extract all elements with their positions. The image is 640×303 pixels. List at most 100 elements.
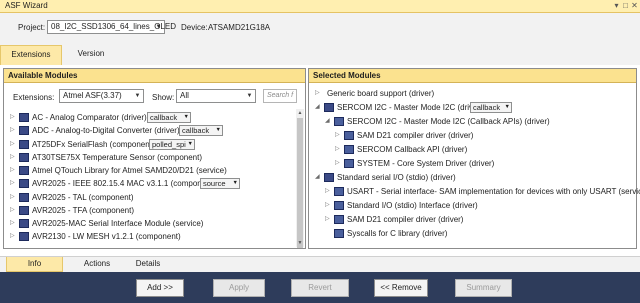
list-item-label: SAM D21 compiler driver (driver) (347, 215, 464, 224)
module-icon (19, 232, 29, 241)
option-select[interactable]: callback ▼ (179, 125, 223, 136)
summary-button[interactable]: Summary (455, 279, 512, 297)
top-tabs: Extensions Version (0, 41, 640, 65)
module-icon (334, 117, 344, 126)
list-item-label: AC - Analog Comparator (driver) (32, 113, 147, 122)
show-label: Show: (152, 93, 175, 102)
expand-icon[interactable]: ▷ (10, 152, 17, 163)
search-input[interactable]: Search f (263, 89, 297, 103)
collapse-icon[interactable]: ◢ (325, 116, 332, 127)
option-select[interactable]: polled_spi ▼ (149, 139, 195, 150)
module-icon (324, 173, 334, 182)
project-select[interactable]: 08_I2C_SSD1306_64_lines_OLED ▼ (47, 20, 176, 34)
expand-icon[interactable]: ▷ (335, 130, 342, 141)
tab-version[interactable]: Version (64, 45, 118, 65)
list-item-label: Generic board support (driver) (327, 89, 435, 98)
expand-icon[interactable]: ▷ (335, 158, 342, 169)
list-item-label: AVR2025 - TFA (component) (32, 206, 134, 215)
extensions-select-value: Atmel ASF(3.37) (63, 91, 122, 100)
bottom-tabs: Info Actions Details (0, 256, 640, 272)
selected-modules-header: Selected Modules (309, 69, 636, 83)
maximize-icon[interactable]: □ (621, 0, 630, 12)
expand-icon[interactable]: ▷ (325, 200, 332, 211)
show-select[interactable]: All ▼ (176, 89, 256, 103)
list-item-label: USART - Serial interface- SAM implementa… (347, 187, 640, 196)
expand-icon[interactable]: ▷ (10, 112, 17, 123)
vertical-scrollbar[interactable]: ▲ ▼ (296, 109, 304, 248)
tab-actions[interactable]: Actions (70, 257, 124, 272)
revert-button[interactable]: Revert (291, 279, 349, 297)
list-item-label: ADC - Analog-to-Digital Converter (drive… (32, 126, 180, 135)
footer-bar: Add >> Apply Revert << Remove Summary (0, 272, 640, 303)
chevron-down-icon: ▼ (232, 180, 238, 186)
collapse-icon[interactable]: ◢ (315, 102, 322, 113)
module-icon (19, 113, 29, 122)
pin-icon[interactable]: ▾ (612, 0, 621, 12)
tab-details[interactable]: Details (126, 257, 170, 272)
option-value: callback (150, 113, 178, 122)
scroll-down-icon[interactable]: ▼ (296, 239, 304, 247)
tab-info[interactable]: Info (6, 257, 63, 272)
remove-button[interactable]: << Remove (374, 279, 428, 297)
list-item-label: Syscalls for C library (driver) (347, 229, 448, 238)
collapse-icon[interactable]: ◢ (315, 172, 322, 183)
chevron-down-icon: ▼ (187, 141, 193, 147)
option-value: callback (182, 126, 210, 135)
chevron-down-icon: ▼ (246, 93, 253, 99)
project-bar: Project: 08_I2C_SSD1306_64_lines_OLED ▼ … (0, 13, 640, 41)
module-icon (344, 159, 354, 168)
module-icon (19, 206, 29, 215)
apply-button[interactable]: Apply (213, 279, 265, 297)
tab-details-label: Details (135, 259, 161, 268)
module-icon (324, 103, 334, 112)
add-button[interactable]: Add >> (136, 279, 184, 297)
expand-icon[interactable]: ▷ (10, 125, 17, 136)
expand-icon[interactable]: ▷ (315, 88, 322, 99)
expand-icon[interactable]: ▷ (10, 192, 17, 203)
module-icon (344, 145, 354, 154)
window-title: ASF Wizard (5, 1, 48, 10)
project-label: Project: (18, 23, 46, 32)
expand-icon[interactable]: ▷ (10, 231, 17, 242)
expand-icon[interactable]: ▷ (10, 165, 17, 176)
extensions-label: Extensions: (13, 93, 55, 102)
list-item-label: AVR2025-MAC Serial Interface Module (ser… (32, 219, 204, 228)
list-item-label: AVR2025 - IEEE 802.15.4 MAC v3.1.1 (comp… (32, 179, 216, 188)
option-select[interactable]: callback ▼ (470, 102, 512, 113)
scrollbar-thumb[interactable] (297, 118, 303, 248)
list-item-label: AVR2025 - TAL (component) (32, 193, 134, 202)
expand-icon[interactable]: ▷ (325, 214, 332, 225)
list-item-label: AT30TSE75X Temperature Sensor (component… (32, 153, 203, 162)
list-item-label: SERCOM I2C - Master Mode I2C (driver) (337, 103, 483, 112)
tab-version-label: Version (77, 49, 105, 58)
expand-icon[interactable]: ▷ (10, 178, 17, 189)
option-value: polled_spi (152, 140, 186, 149)
device-label: Device: (181, 23, 208, 32)
option-select[interactable]: source ▼ (200, 178, 240, 189)
expand-icon[interactable]: ▷ (10, 205, 17, 216)
device-value: ATSAMD21G18A (208, 23, 271, 32)
module-icon (19, 166, 29, 175)
expand-icon[interactable]: ▷ (335, 144, 342, 155)
expand-icon[interactable]: ▷ (10, 218, 17, 229)
list-item-label: Standard serial I/O (stdio) (driver) (337, 173, 456, 182)
option-select[interactable]: callback ▼ (147, 112, 191, 123)
chevron-down-icon: ▼ (215, 127, 221, 133)
expand-icon[interactable]: ▷ (10, 139, 17, 150)
chevron-down-icon: ▼ (134, 93, 141, 99)
scroll-up-icon[interactable]: ▲ (296, 109, 304, 117)
extensions-select[interactable]: Atmel ASF(3.37) ▼ (59, 89, 144, 103)
module-icon (19, 126, 29, 135)
list-item-label: SYSTEM - Core System Driver (driver) (357, 159, 495, 168)
expand-icon[interactable]: ▷ (325, 186, 332, 197)
show-select-value: All (180, 91, 189, 100)
module-icon (19, 153, 29, 162)
list-item-label: SERCOM Callback API (driver) (357, 145, 468, 154)
tab-extensions-label: Extensions (11, 50, 51, 59)
tab-extensions[interactable]: Extensions (0, 45, 62, 65)
tab-actions-label: Actions (83, 259, 111, 268)
available-modules-header: Available Modules (4, 69, 305, 83)
selected-modules-pane: Selected Modules ▷ Generic board support… (308, 68, 640, 249)
list-item-label: Standard I/O (stdio) Interface (driver) (347, 201, 478, 210)
close-icon[interactable]: ✕ (630, 0, 639, 12)
